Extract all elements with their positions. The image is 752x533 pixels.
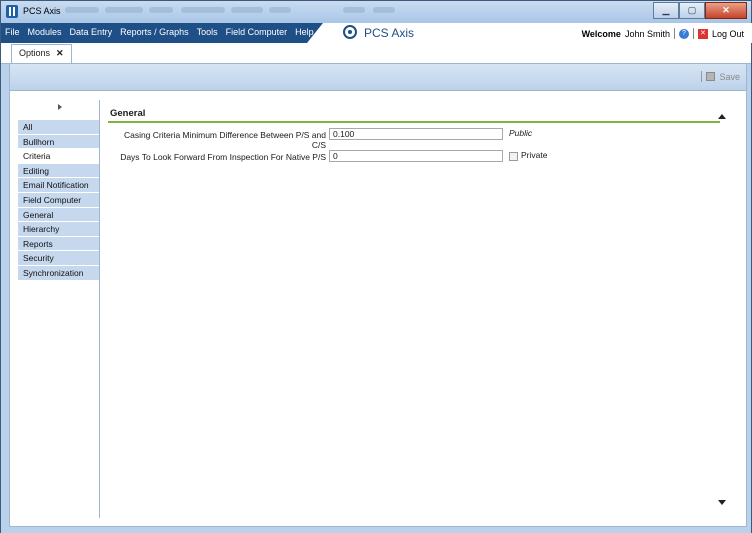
section-title: General xyxy=(110,108,146,119)
expand-arrow-icon[interactable] xyxy=(58,104,62,110)
window-title: PCS Axis xyxy=(23,6,61,16)
sidebar-item-security[interactable]: Security xyxy=(18,251,99,266)
scope-private-label: Private xyxy=(521,150,548,160)
title-ghost-text xyxy=(269,7,291,13)
tab-label: Options xyxy=(19,48,51,58)
app-icon xyxy=(6,5,18,18)
setting-label: Casing Criteria Minimum Difference Betwe… xyxy=(123,130,326,150)
days-look-forward-input[interactable]: 0 xyxy=(329,150,503,162)
title-ghost-text xyxy=(181,7,225,13)
title-ghost-text xyxy=(149,7,173,13)
menu-data-entry[interactable]: Data Entry xyxy=(66,23,117,43)
setting-label: Days To Look Forward From Inspection For… xyxy=(120,152,326,162)
sidebar-item-editing[interactable]: Editing xyxy=(18,163,99,179)
menu-field-computer[interactable]: Field Computer xyxy=(222,23,292,43)
casing-criteria-input[interactable]: 0.100 xyxy=(329,128,503,140)
separator xyxy=(692,28,694,39)
title-ghost-text xyxy=(373,7,395,13)
separator xyxy=(701,71,703,82)
scroll-down-icon[interactable] xyxy=(718,500,726,505)
status-bar xyxy=(1,527,751,533)
pcs-axis-logo-icon xyxy=(343,25,357,39)
welcome-label: Welcome xyxy=(581,28,621,39)
section-divider xyxy=(108,121,720,123)
app-window: PCS Axis ▁ ▢ ✕ File Modules Data Entry R… xyxy=(0,0,752,533)
main-menu: File Modules Data Entry Reports / Graphs… xyxy=(1,23,318,43)
logout-link[interactable]: Log Out xyxy=(712,29,744,39)
title-bar: PCS Axis ▁ ▢ ✕ xyxy=(1,1,751,23)
sidebar-item-email-notification[interactable]: Email Notification xyxy=(18,178,99,193)
menu-file[interactable]: File xyxy=(1,23,24,43)
sidebar-item-all[interactable]: All xyxy=(18,120,99,135)
title-ghost-text xyxy=(105,7,143,13)
menu-bar: File Modules Data Entry Reports / Graphs… xyxy=(1,23,752,43)
options-sidebar: All Bullhorn Criteria Editing Email Noti… xyxy=(18,100,100,518)
setting-row: Casing Criteria Minimum Difference Betwe… xyxy=(108,128,720,150)
separator xyxy=(673,28,675,39)
title-ghost-text xyxy=(231,7,263,13)
setting-row: Days To Look Forward From Inspection For… xyxy=(108,150,720,164)
logout-icon[interactable]: ✕ xyxy=(697,28,708,39)
vertical-scrollbar[interactable] xyxy=(715,108,729,508)
options-panel: Save All Bullhorn Criteria Editing Email… xyxy=(9,63,747,527)
tab-options[interactable]: Options ✕ xyxy=(11,44,72,65)
sidebar-item-bullhorn[interactable]: Bullhorn xyxy=(18,134,99,150)
brand-name: PCS Axis xyxy=(364,26,415,40)
sidebar-item-general[interactable]: General xyxy=(18,207,99,223)
brand-area: PCS Axis Welcome John Smith ? ✕ Log Out xyxy=(307,23,752,43)
close-button[interactable]: ✕ xyxy=(705,2,747,19)
tab-strip: Options ✕ xyxy=(1,43,751,65)
private-checkbox[interactable] xyxy=(509,152,518,161)
category-list: All Bullhorn Criteria Editing Email Noti… xyxy=(18,120,99,281)
settings-main: General Casing Criteria Minimum Differen… xyxy=(108,108,720,162)
save-label: Save xyxy=(719,71,740,82)
help-icon[interactable]: ? xyxy=(678,28,689,39)
scroll-up-icon[interactable] xyxy=(718,114,726,119)
window-controls: ▁ ▢ ✕ xyxy=(653,2,747,19)
save-button[interactable]: Save xyxy=(701,71,740,82)
floppy-disk-icon xyxy=(706,72,716,81)
user-area: Welcome John Smith ? ✕ Log Out xyxy=(582,28,744,39)
sidebar-item-hierarchy[interactable]: Hierarchy xyxy=(18,222,99,237)
sidebar-item-field-computer[interactable]: Field Computer xyxy=(18,192,99,208)
scope-public-label: Public xyxy=(509,128,533,138)
user-name: John Smith xyxy=(624,28,670,39)
menu-reports-graphs[interactable]: Reports / Graphs xyxy=(116,23,193,43)
menu-modules[interactable]: Modules xyxy=(24,23,66,43)
toolbar: Save xyxy=(10,64,746,91)
tab-close-icon[interactable]: ✕ xyxy=(56,48,64,58)
minimize-button[interactable]: ▁ xyxy=(653,2,679,19)
sidebar-item-reports[interactable]: Reports xyxy=(18,236,99,252)
title-ghost-text xyxy=(343,7,365,13)
maximize-button[interactable]: ▢ xyxy=(679,2,705,19)
menu-tools[interactable]: Tools xyxy=(193,23,222,43)
title-ghost-text xyxy=(65,7,99,13)
sidebar-item-criteria[interactable]: Criteria xyxy=(18,149,99,164)
sidebar-item-synchronization[interactable]: Synchronization xyxy=(18,265,99,281)
